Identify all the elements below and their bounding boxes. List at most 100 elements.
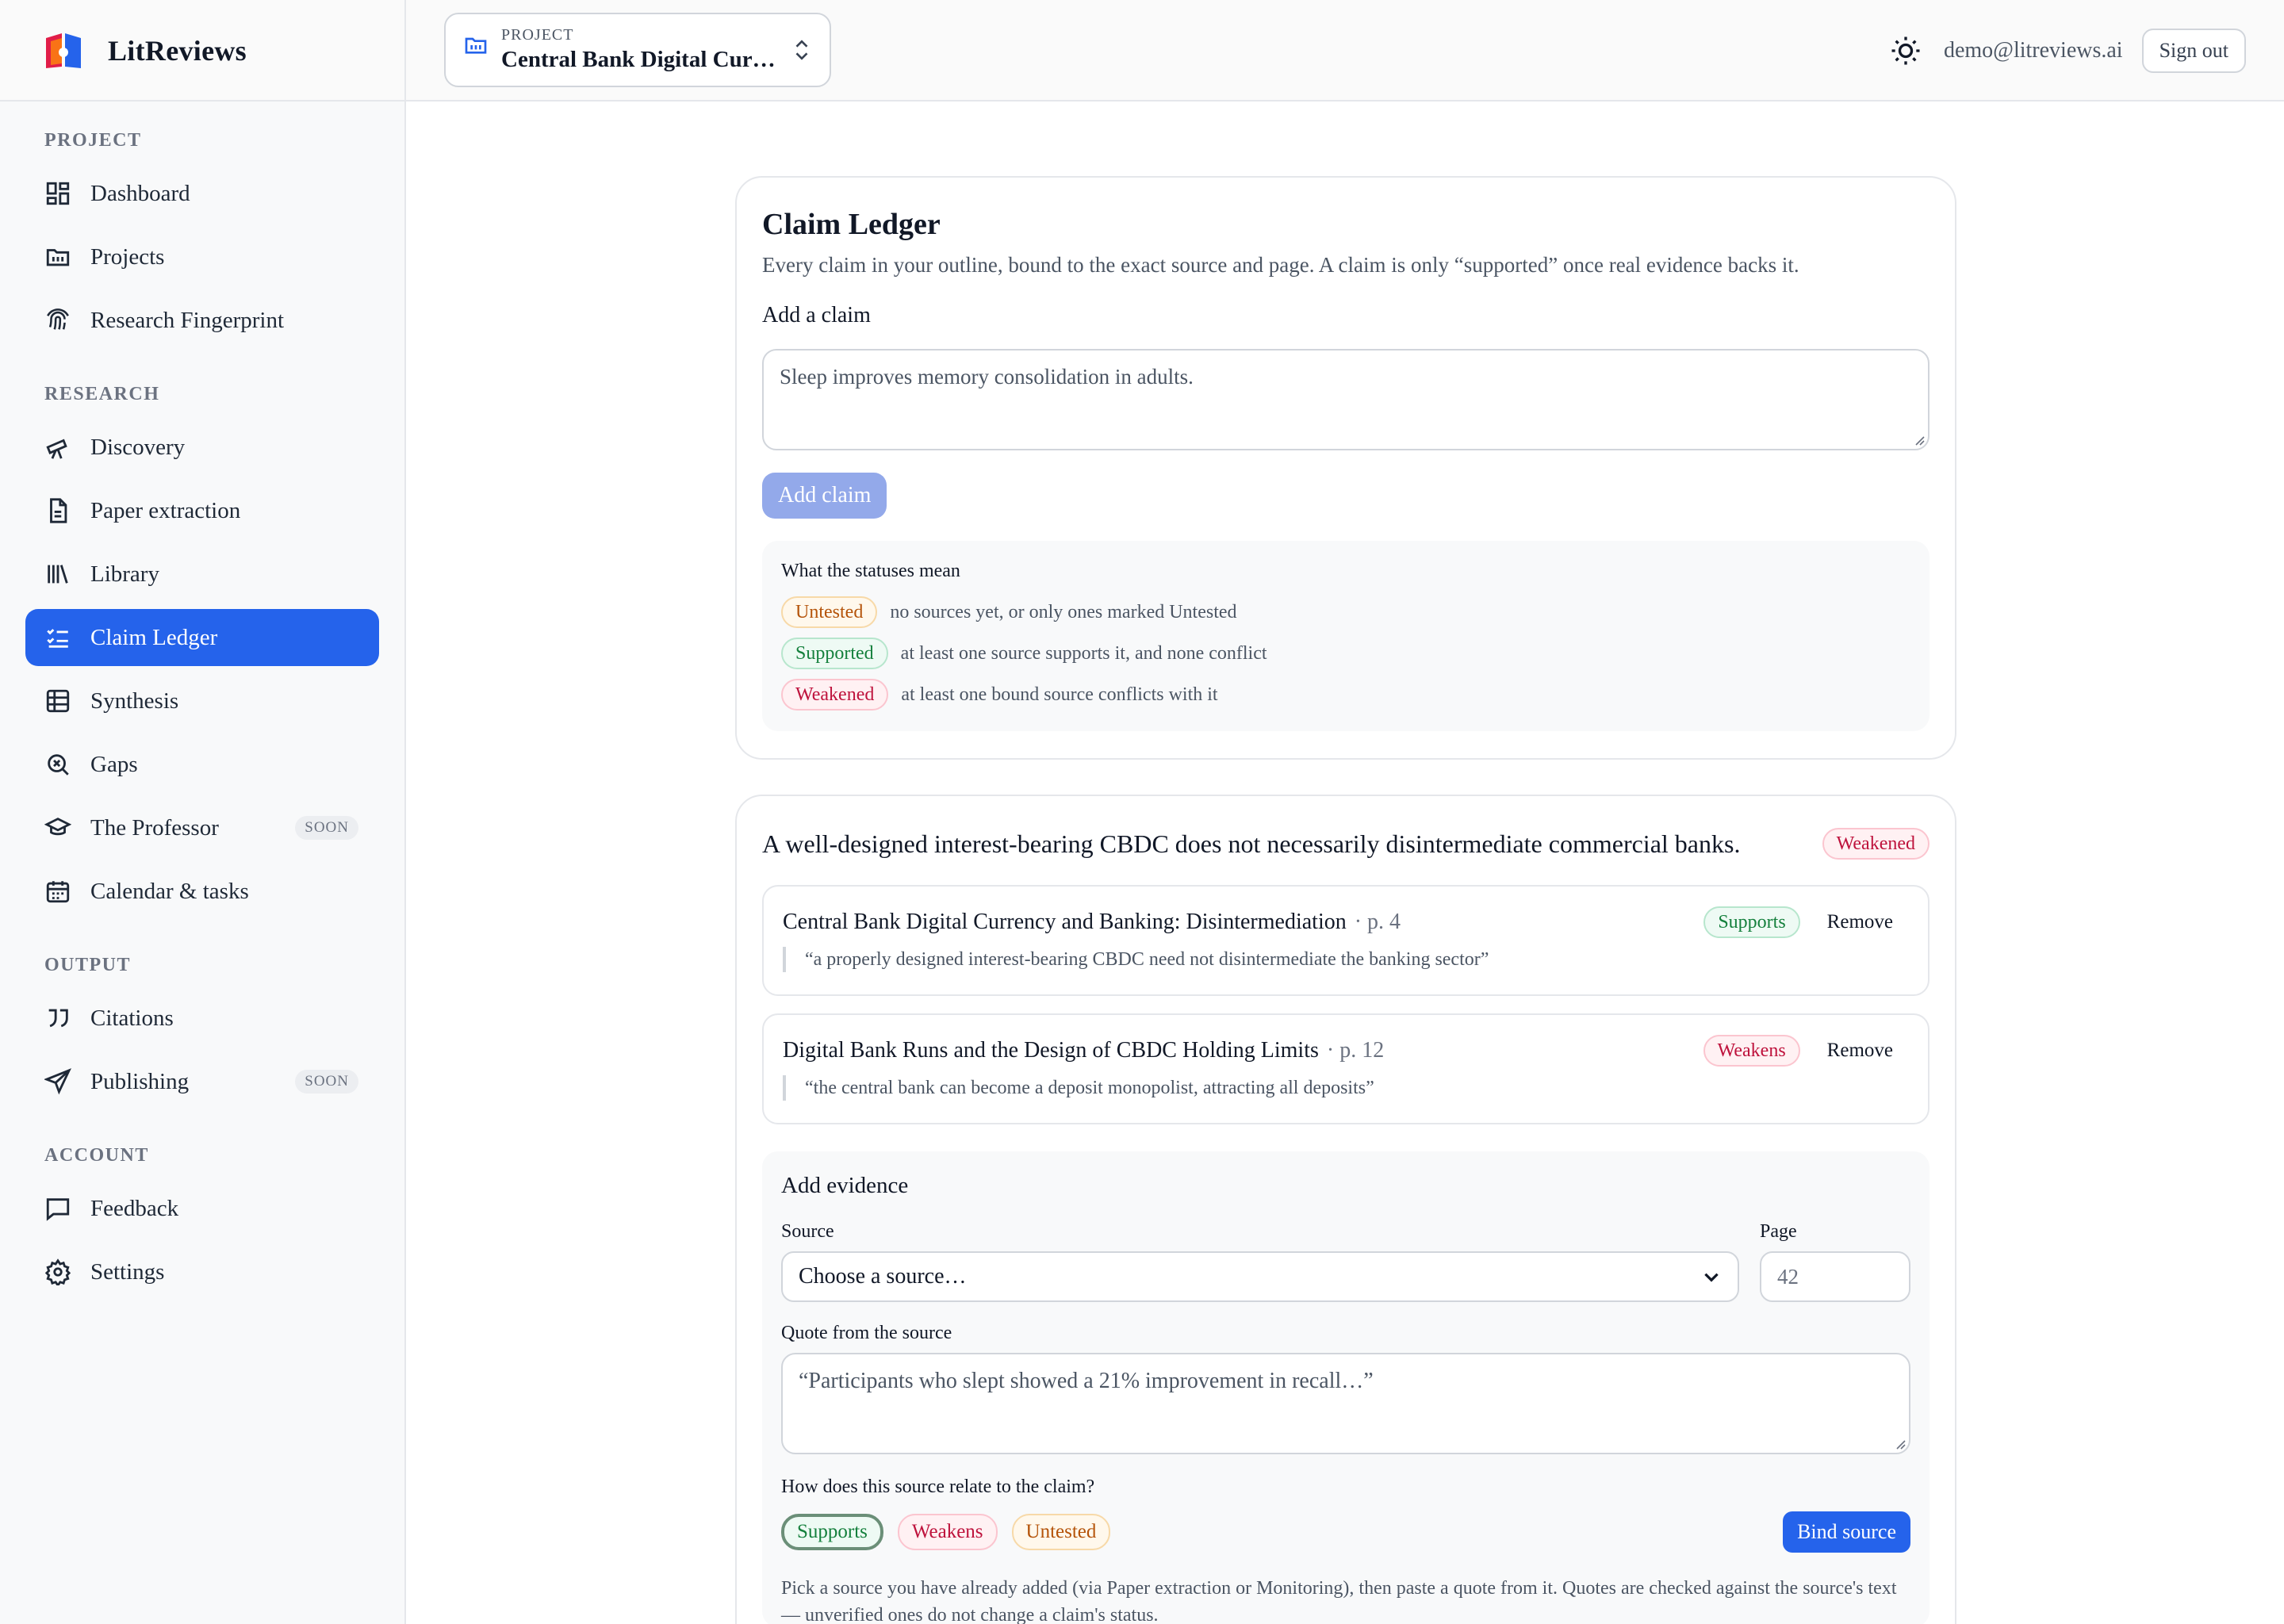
sidebar-item-citations[interactable]: Citations (25, 990, 379, 1047)
relation-label: How does this source relate to the claim… (781, 1477, 1095, 1497)
sidebar-item-the-professor[interactable]: The Professor SOON (25, 799, 379, 856)
resize-handle-icon[interactable] (1912, 433, 1925, 446)
checklist-icon (47, 629, 68, 648)
quote-input[interactable]: “Participants who slept showed a 21% imp… (781, 1353, 1910, 1454)
telescope-icon (46, 439, 67, 459)
sun-icon (1891, 36, 1920, 65)
sidebar-item-dashboard[interactable]: Dashboard (25, 165, 379, 222)
soon-badge: SOON (295, 816, 358, 840)
sidebar-item-label: Projects (90, 243, 165, 270)
relation-option-supports[interactable]: Supports (781, 1514, 883, 1550)
page-subtitle: Every claim in your outline, bound to th… (762, 253, 1799, 277)
brand[interactable]: LitReviews (0, 0, 406, 102)
claim-input[interactable]: Sleep improves memory consolidation in a… (762, 349, 1930, 450)
section-title: ACCOUNT (44, 1145, 149, 1166)
status-legend: What the statuses mean Untested no sourc… (762, 541, 1930, 731)
project-name: Central Bank Digital Curr… (501, 47, 780, 72)
legend-row: Supported at least one source supports i… (781, 636, 1910, 671)
relation-badge: Weakens (1703, 1035, 1800, 1067)
sidebar-item-settings[interactable]: Settings (25, 1243, 379, 1300)
message-icon (46, 1198, 70, 1221)
sidebar-section-output: OUTPUT Citations Publishing SOON (25, 952, 379, 1110)
weakened-badge: Weakened (781, 679, 889, 710)
theme-toggle-button[interactable] (1888, 33, 1923, 68)
resize-handle-icon[interactable] (1893, 1437, 1906, 1450)
sidebar-item-calendar-tasks[interactable]: Calendar & tasks (25, 863, 379, 920)
sidebar-item-synthesis[interactable]: Synthesis (25, 672, 379, 730)
chevron-down-icon (1704, 1273, 1719, 1282)
sidebar-item-projects[interactable]: Projects (25, 228, 379, 285)
bind-source-button[interactable]: Bind source (1783, 1511, 1910, 1553)
remove-evidence-button[interactable]: Remove (1827, 1040, 1893, 1062)
sidebar-item-paper-extraction[interactable]: Paper extraction (25, 482, 379, 539)
add-claim-button[interactable]: Add claim (762, 473, 887, 519)
dashboard-icon (46, 182, 70, 205)
search-x-icon (48, 754, 69, 776)
sidebar-item-claim-ledger[interactable]: Claim Ledger (25, 609, 379, 666)
claim-input-placeholder: Sleep improves memory consolidation in a… (780, 365, 1194, 389)
calendar-icon (46, 881, 70, 903)
evidence-quote: “a properly designed interest-bearing CB… (783, 947, 1909, 972)
add-evidence-help: Pick a source you have already added (vi… (781, 1578, 1897, 1624)
section-title: OUTPUT (44, 955, 132, 975)
chevron-up-down-icon (795, 40, 808, 60)
library-icon (48, 565, 68, 584)
source-select[interactable]: Choose a source… (781, 1251, 1739, 1302)
claim-text: A well-designed interest-bearing CBDC do… (762, 829, 1741, 858)
folder-icon (46, 249, 70, 266)
page-label: Page (1760, 1221, 1797, 1242)
document-icon (50, 498, 67, 523)
relation-option-weakens[interactable]: Weakens (897, 1514, 998, 1550)
relation-option-untested[interactable]: Untested (1011, 1514, 1111, 1550)
sidebar-item-publishing[interactable]: Publishing SOON (25, 1053, 379, 1110)
source-label: Source (781, 1221, 834, 1242)
sidebar-item-feedback[interactable]: Feedback (25, 1180, 379, 1237)
legend-row: Weakened at least one bound source confl… (781, 677, 1910, 712)
evidence-source-title: Central Bank Digital Currency and Bankin… (783, 910, 1347, 934)
quote-icon (48, 1009, 68, 1028)
sidebar: PROJECT Dashboard Projects Research Fing… (0, 102, 406, 1624)
sidebar-section-project: PROJECT Dashboard Projects Research Fing… (25, 127, 379, 349)
legend-title: What the statuses mean (781, 561, 960, 581)
section-title: RESEARCH (44, 384, 160, 404)
legend-row: Untested no sources yet, or only ones ma… (781, 595, 1910, 630)
gear-icon (44, 1258, 71, 1285)
sidebar-item-gaps[interactable]: Gaps (25, 736, 379, 793)
claim-ledger-card: Claim Ledger Every claim in your outline… (735, 176, 1956, 760)
sidebar-item-label: Settings (90, 1258, 165, 1285)
sidebar-item-label: Calendar & tasks (90, 878, 249, 904)
claim-card: A well-designed interest-bearing CBDC do… (735, 795, 1956, 1624)
sidebar-item-research-fingerprint[interactable]: Research Fingerprint (25, 292, 379, 349)
project-switcher[interactable]: PROJECT Central Bank Digital Curr… (444, 13, 831, 87)
legend-desc: at least one source supports it, and non… (900, 642, 1267, 664)
add-evidence-form: Add evidence Source Choose a source… Pag… (762, 1151, 1930, 1624)
user-email: demo@litreviews.ai (1943, 38, 2123, 63)
send-icon (44, 1068, 71, 1095)
fingerprint-icon (47, 308, 69, 330)
table-icon (46, 689, 70, 713)
supported-badge: Supported (781, 638, 888, 669)
sidebar-item-label: Dashboard (90, 180, 190, 206)
sidebar-item-label: Synthesis (90, 688, 179, 714)
book-logo-icon (46, 33, 81, 68)
section-title: PROJECT (44, 130, 142, 151)
sidebar-item-label: Feedback (90, 1195, 179, 1221)
remove-evidence-button[interactable]: Remove (1827, 911, 1893, 933)
graduation-cap-icon (44, 818, 71, 836)
sidebar-item-label: The Professor (90, 814, 219, 841)
evidence-item: Central Bank Digital Currency and Bankin… (762, 885, 1930, 996)
sidebar-section-research: RESEARCH Discovery Paper extraction Libr… (25, 381, 379, 920)
quote-input-placeholder: “Participants who slept showed a 21% imp… (799, 1369, 1374, 1393)
sidebar-item-label: Paper extraction (90, 497, 241, 523)
sign-out-button[interactable]: Sign out (2141, 29, 2246, 73)
evidence-item: Digital Bank Runs and the Design of CBDC… (762, 1013, 1930, 1124)
page-title: Claim Ledger (762, 208, 941, 241)
legend-desc: at least one bound source conflicts with… (901, 684, 1218, 705)
sidebar-section-account: ACCOUNT Feedback Settings (25, 1142, 379, 1300)
add-evidence-title: Add evidence (781, 1173, 909, 1198)
soon-badge: SOON (295, 1070, 358, 1094)
sidebar-item-library[interactable]: Library (25, 546, 379, 603)
page-input[interactable]: 42 (1760, 1251, 1910, 1302)
sidebar-item-discovery[interactable]: Discovery (25, 419, 379, 476)
sidebar-item-label: Library (90, 561, 159, 587)
